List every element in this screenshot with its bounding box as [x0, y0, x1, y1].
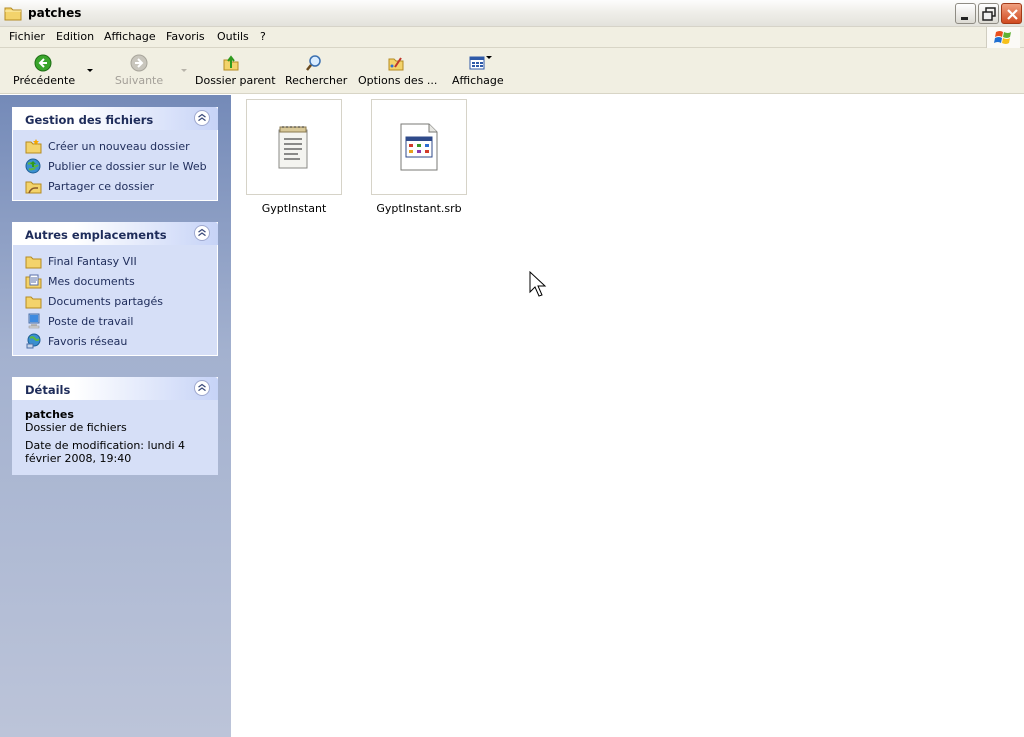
file-thumbnail[interactable]	[371, 99, 467, 195]
folder-icon	[25, 256, 42, 269]
file-tasks-panel: Gestion des fichiers Créer un nouveau do…	[12, 107, 218, 201]
file-item[interactable]: GyptInstant	[246, 99, 342, 215]
globe-publish-icon	[25, 158, 41, 174]
folder-options-icon	[388, 57, 404, 71]
details-header[interactable]: Détails	[12, 377, 218, 400]
details-type: Dossier de fichiers	[25, 421, 127, 434]
file-tasks-header[interactable]: Gestion des fichiers	[12, 107, 218, 130]
menu-fichier[interactable]: Fichier	[9, 30, 45, 43]
task-publish-web[interactable]: Publier ce dossier sur le Web	[13, 156, 217, 176]
place-shared-documents[interactable]: Documents partagés	[13, 291, 217, 311]
back-button[interactable]: Précédente	[13, 54, 75, 90]
task-share-folder[interactable]: Partager ce dossier	[13, 176, 217, 196]
share-folder-icon	[25, 181, 42, 194]
other-places-header[interactable]: Autres emplacements	[12, 222, 218, 245]
place-final-fantasy[interactable]: Final Fantasy VII	[13, 251, 217, 271]
folder-options-button[interactable]: Options des ...	[358, 54, 437, 90]
menu-help[interactable]: ?	[260, 30, 266, 43]
mouse-cursor-icon	[529, 271, 547, 297]
my-documents-icon	[25, 274, 42, 289]
file-name: GyptInstant.srb	[376, 202, 462, 215]
view-button[interactable]: Affichage	[452, 54, 504, 90]
computer-icon	[28, 313, 40, 329]
place-my-documents[interactable]: Mes documents	[13, 271, 217, 291]
place-my-computer[interactable]: Poste de travail	[13, 311, 217, 331]
place-network[interactable]: Favoris réseau	[13, 331, 217, 351]
minimize-button[interactable]	[955, 3, 976, 24]
back-dropdown-caret[interactable]	[87, 69, 93, 72]
new-folder-icon	[25, 139, 42, 154]
folder-up-icon	[223, 55, 239, 71]
forward-arrow-icon	[130, 54, 148, 72]
forward-button[interactable]: Suivante	[112, 54, 166, 90]
collapse-chevron-icon[interactable]	[194, 225, 210, 241]
restore-button[interactable]	[978, 3, 999, 24]
file-name: GyptInstant	[261, 202, 327, 215]
folder-icon	[4, 7, 22, 21]
collapse-chevron-icon[interactable]	[194, 110, 210, 126]
file-thumbnail[interactable]	[246, 99, 342, 195]
view-dropdown-caret[interactable]	[486, 56, 492, 59]
search-icon	[306, 55, 321, 71]
network-globe-icon	[26, 333, 41, 349]
task-new-folder[interactable]: Créer un nouveau dossier	[13, 136, 217, 156]
forward-dropdown-caret[interactable]	[181, 69, 187, 72]
menu-affichage[interactable]: Affichage	[104, 30, 156, 43]
notepad-document-icon	[278, 126, 308, 169]
details-modified: Date de modification: lundi 4 février 20…	[25, 439, 186, 465]
details-name: patches	[25, 408, 74, 421]
window-title: patches	[28, 6, 82, 20]
settings-file-icon	[400, 123, 438, 171]
windows-logo-icon	[986, 27, 1020, 48]
collapse-chevron-icon[interactable]	[194, 380, 210, 396]
menu-favoris[interactable]: Favoris	[166, 30, 205, 43]
title-bar[interactable]: patches	[0, 0, 1024, 27]
other-places-panel: Autres emplacements Final Fantasy VII Me…	[12, 222, 218, 356]
menu-edition[interactable]: Edition	[56, 30, 94, 43]
search-button[interactable]: Rechercher	[285, 54, 347, 90]
up-folder-button[interactable]: Dossier parent	[195, 54, 276, 90]
shared-folder-icon	[25, 296, 42, 309]
menu-bar: Fichier Edition Affichage Favoris Outils…	[0, 27, 1024, 48]
toolbar: Précédente Suivante Dossier parent Reche…	[0, 48, 1024, 94]
menu-outils[interactable]: Outils	[217, 30, 249, 43]
view-grid-icon	[469, 56, 485, 70]
close-button[interactable]	[1001, 3, 1022, 24]
file-view[interactable]: GyptInstant GyptInstant.srb	[231, 95, 1024, 737]
task-pane: Gestion des fichiers Créer un nouveau do…	[0, 95, 231, 737]
file-item[interactable]: GyptInstant.srb	[371, 99, 467, 215]
details-panel: Détails patches Dossier de fichiers Date…	[12, 377, 218, 475]
back-arrow-icon	[34, 54, 52, 72]
